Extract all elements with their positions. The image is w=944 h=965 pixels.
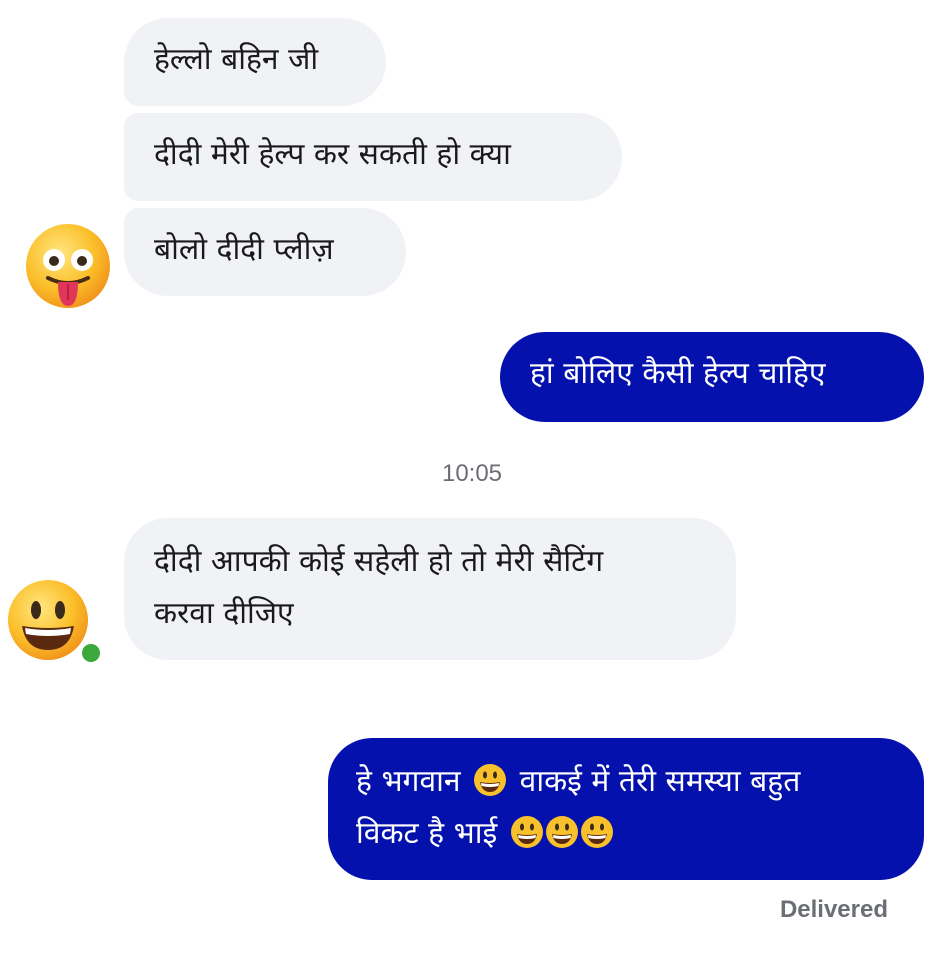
message-text: हेल्लो बहिन जी: [154, 42, 319, 77]
message-text: बोलो दीदी प्लीज़: [154, 232, 334, 267]
message-text: वाकई में तेरी समस्या बहुत: [519, 764, 801, 799]
grinning-emoji-icon: [474, 764, 507, 796]
delivery-status: Delivered: [779, 896, 888, 923]
message-bubble-incoming[interactable]: हेल्लो बहिन जी: [124, 18, 386, 106]
message-bubble-outgoing[interactable]: हे भगवान वाकई में तेरी समस्या बहुत विकट …: [328, 738, 924, 880]
message-text: हां बोलिए कैसी हेल्प चाहिए: [530, 356, 826, 391]
tongue-out-emoji-icon[interactable]: [24, 222, 112, 314]
tongue-out-emoji-icon: [26, 224, 110, 308]
message-timestamp: 10:05: [441, 460, 503, 487]
message-bubble-incoming[interactable]: दीदी मेरी हेल्प कर सकती हो क्या: [124, 113, 622, 201]
message-bubble-incoming[interactable]: दीदी आपकी कोई सहेली हो तो मेरी सैटिंग कर…: [124, 518, 736, 660]
message-text-line: हे भगवान वाकई में तेरी समस्या बहुत: [356, 756, 896, 808]
online-status-indicator: [79, 641, 103, 665]
message-bubble-outgoing[interactable]: हां बोलिए कैसी हेल्प चाहिए: [500, 332, 924, 422]
message-text: हे भगवान: [356, 764, 461, 799]
message-text-line: करवा दीजिए: [154, 596, 294, 631]
message-text-line: दीदी आपकी कोई सहेली हो तो मेरी सैटिंग: [154, 544, 604, 579]
message-bubble-incoming[interactable]: बोलो दीदी प्लीज़: [124, 208, 406, 296]
message-text: विकट है भाई: [356, 816, 498, 851]
grinning-emoji-icon: [580, 816, 613, 848]
grinning-emoji-icon: [510, 816, 543, 848]
grinning-emoji-icon: [545, 816, 578, 848]
message-text: दीदी मेरी हेल्प कर सकती हो क्या: [154, 137, 511, 172]
message-text-line: विकट है भाई: [356, 808, 896, 860]
sender-avatar[interactable]: [6, 578, 103, 668]
